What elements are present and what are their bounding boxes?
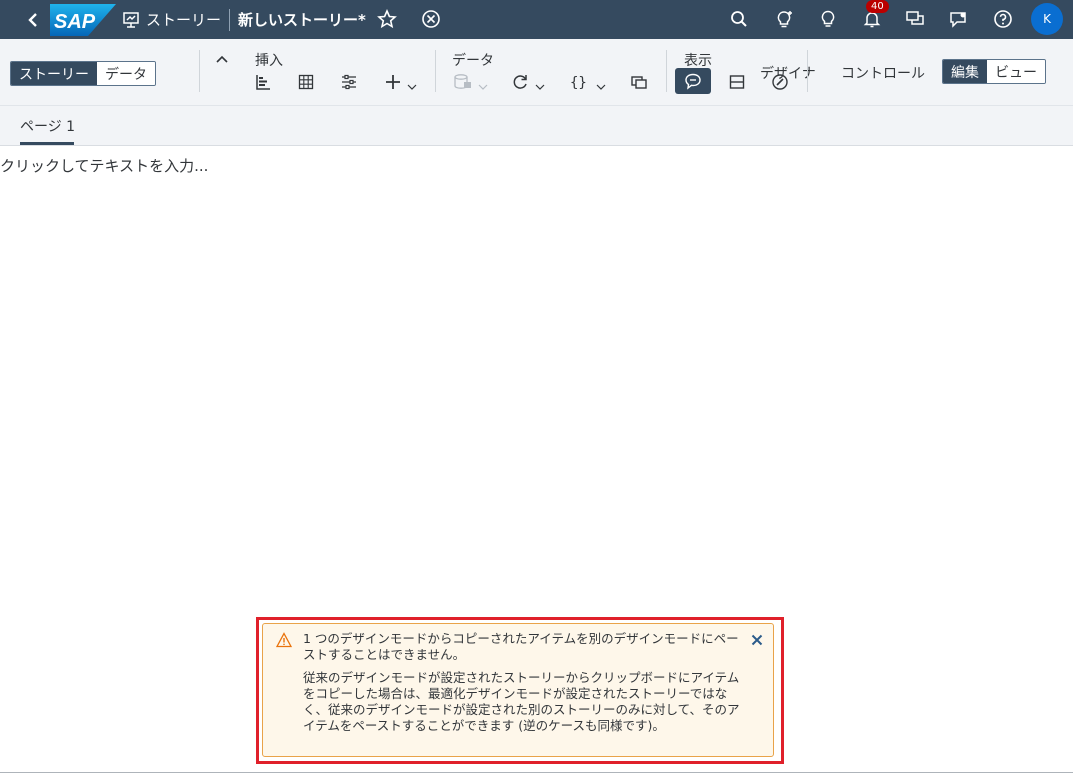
divider xyxy=(229,8,231,31)
linked-analysis-icon[interactable] xyxy=(627,70,651,94)
notification-badge: 40 xyxy=(866,0,889,13)
comment-icon[interactable] xyxy=(675,68,711,94)
page-tab-bar: ページ 1 xyxy=(0,106,1073,146)
data-label: データ xyxy=(452,53,494,69)
edit-view-switch: 編集 ビュー xyxy=(942,59,1046,84)
chevron-down-icon[interactable] xyxy=(407,77,417,90)
warning-toast: 1 つのデザインモードからコピーされたアイテムを別のデザインモードにペーストする… xyxy=(262,623,774,757)
chevron-down-icon xyxy=(478,77,488,90)
divider xyxy=(199,50,200,92)
view-tab[interactable]: ビュー xyxy=(987,60,1045,83)
svg-text:{}: {} xyxy=(570,75,587,91)
presentation-icon xyxy=(122,11,140,29)
warning-message-title: 1 つのデザインモードからコピーされたアイテムを別のデザインモードにペーストする… xyxy=(303,631,739,662)
sap-logo-text: SAP xyxy=(54,11,96,33)
page-title: 新しいストーリー* xyxy=(238,11,366,29)
edit-tab[interactable]: 編集 xyxy=(943,60,987,83)
search-icon[interactable] xyxy=(728,8,750,30)
chat-icon[interactable] xyxy=(904,8,926,30)
add-icon[interactable] xyxy=(381,70,405,94)
divider xyxy=(435,50,436,92)
control-button[interactable]: コントロール xyxy=(841,63,925,83)
refresh-icon[interactable] xyxy=(508,70,532,94)
collapse-chevron-icon[interactable] xyxy=(210,47,234,71)
mode-tab-story[interactable]: ストーリー xyxy=(11,62,97,85)
tab-page-1[interactable]: ページ 1 xyxy=(20,116,75,136)
warning-message-body: 従来のデザインモードが設定されたストーリーからクリップボードにアイテムをコピーし… xyxy=(303,670,740,733)
insert-label: 挿入 xyxy=(255,53,283,69)
warning-icon xyxy=(275,632,293,652)
breadcrumb-story[interactable]: ストーリー xyxy=(146,9,221,30)
help-icon[interactable] xyxy=(992,8,1014,30)
avatar[interactable]: K xyxy=(1031,3,1063,35)
sap-logo[interactable]: SAP xyxy=(50,3,116,36)
table-icon[interactable] xyxy=(294,70,318,94)
back-icon[interactable] xyxy=(22,9,44,31)
chevron-down-icon[interactable] xyxy=(596,77,606,90)
formula-braces-icon[interactable]: {} xyxy=(568,70,592,94)
lightbulb-sparkle-icon[interactable] xyxy=(773,8,795,30)
toolbar: ストーリー データ 挿入 データ {} 表示 デザイナ コントロール 編集 ビュ… xyxy=(0,39,1073,106)
star-icon[interactable] xyxy=(376,8,398,30)
chart-icon[interactable] xyxy=(251,70,275,94)
input-control-icon[interactable] xyxy=(337,70,361,94)
chevron-down-icon[interactable] xyxy=(535,77,545,90)
data-source-icon[interactable] xyxy=(451,70,475,94)
text-placeholder[interactable]: クリックしてテキストを入力... xyxy=(0,155,208,176)
mode-switch: ストーリー データ xyxy=(10,61,156,86)
feedback-icon[interactable] xyxy=(948,8,970,30)
divider xyxy=(666,50,667,92)
lightbulb-icon[interactable] xyxy=(817,8,839,30)
display-label: 表示 xyxy=(684,53,712,69)
mode-tab-data[interactable]: データ xyxy=(97,62,155,85)
divider xyxy=(807,50,808,92)
close-circle-icon[interactable] xyxy=(420,8,442,30)
shell-bar: SAP ストーリー 新しいストーリー* 40 K xyxy=(0,0,1073,39)
close-icon[interactable] xyxy=(749,632,765,648)
tab-active-indicator xyxy=(20,142,74,145)
canvas-bottom-border xyxy=(0,772,1073,773)
panel-icon[interactable] xyxy=(725,70,749,94)
